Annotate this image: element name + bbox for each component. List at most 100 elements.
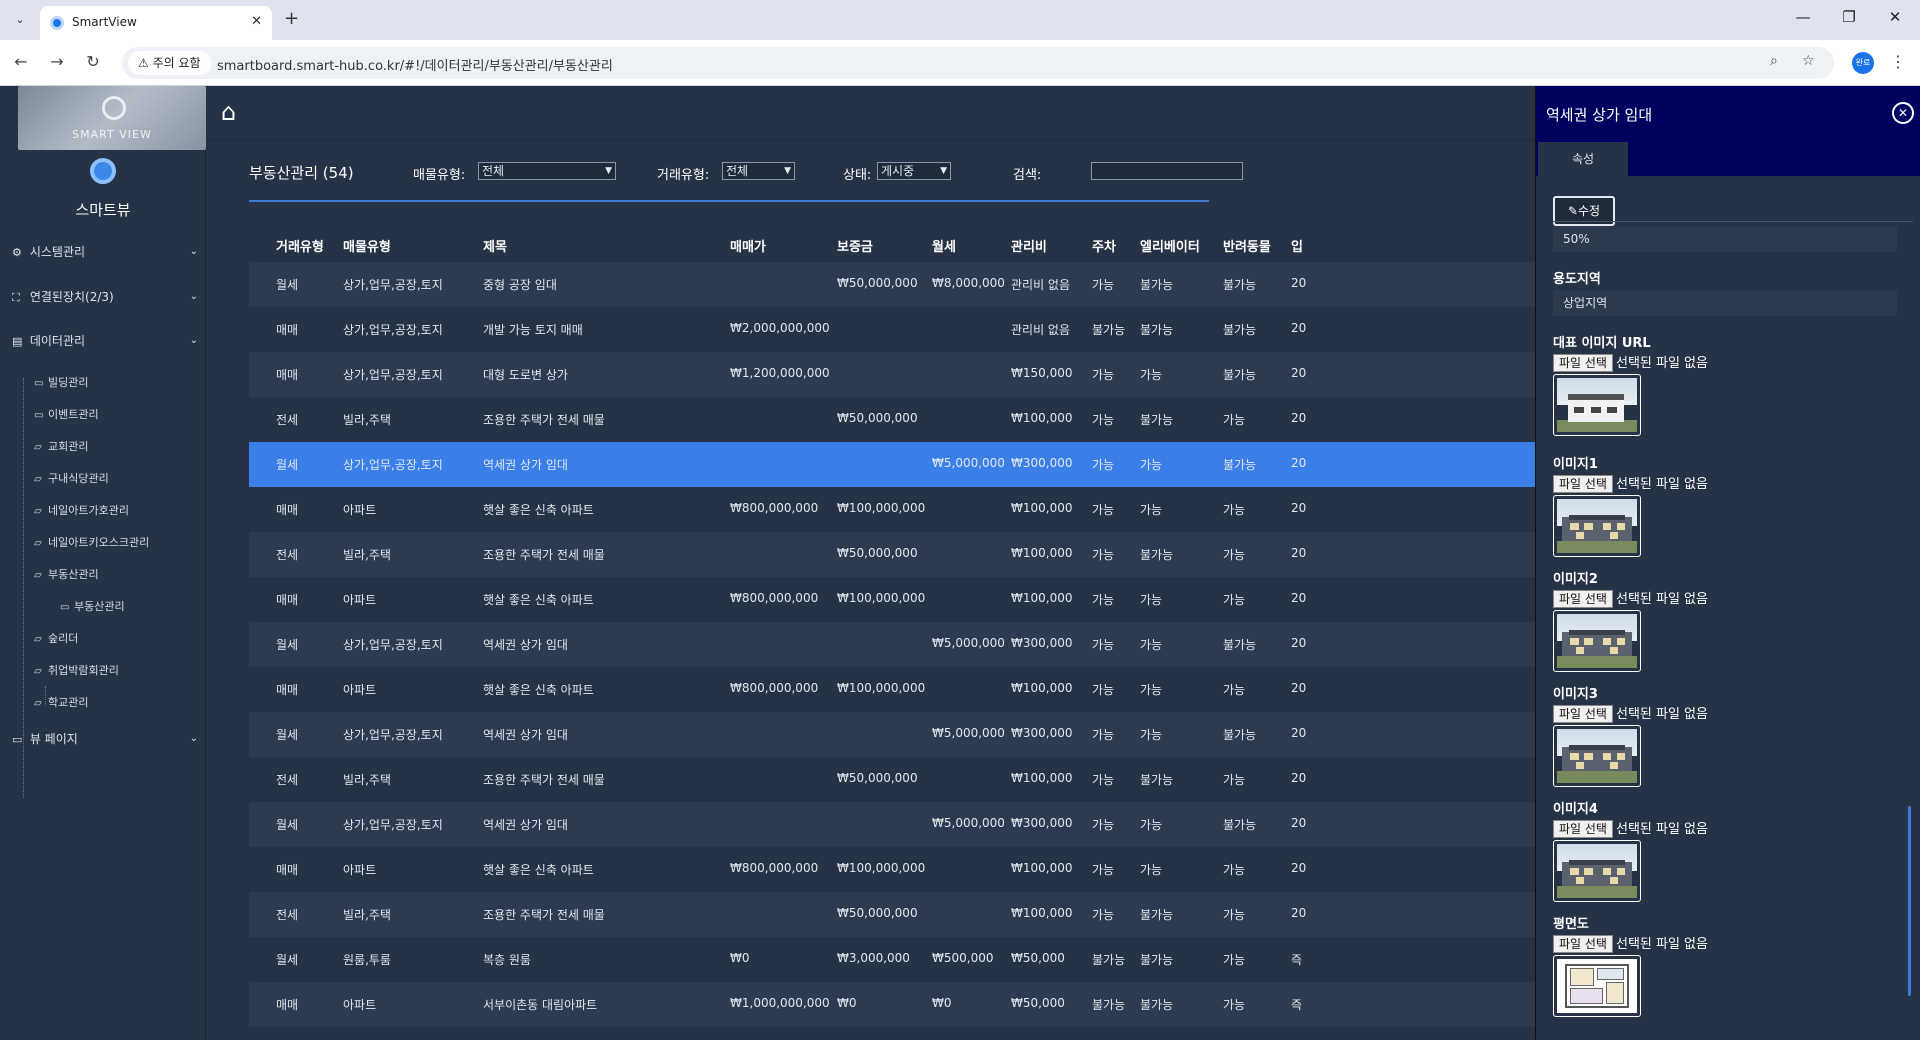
image-thumbnail[interactable] [1553,725,1641,787]
table-row[interactable]: 전세 빌라,주택 조용한 주택가 전세 매물 ₩50,000,000 ₩100,000 가… [249,532,1535,577]
sidebar-item-church[interactable]: ▱ 교회관리 [34,438,88,456]
column-header[interactable]: 월세 [932,236,956,255]
file-input[interactable]: 파일 선택 선택된 파일 없음 [1553,352,1708,372]
select-caret-icon: ▼ [940,166,947,176]
table-row[interactable]: 매매 아파트 햇살 좋은 신축 아파트 ₩800,000,000 ₩100,000,00… [249,847,1535,892]
sidebar-item-building[interactable]: ▭ 빌딩관리 [34,374,88,392]
table-row[interactable]: 매매 아파트 햇살 좋은 신축 아파트 ₩800,000,000 ₩100,000,00… [249,487,1535,532]
table-row[interactable]: 전세 빌라,주택 조용한 주택가 전세 매물 ₩50,000,000 ₩100,000 가… [249,397,1535,442]
url-text[interactable]: smartboard.smart-hub.co.kr/#!/데이터관리/부동산관… [217,55,613,74]
table-cell: 즉 [1291,953,1303,967]
table-row[interactable]: 월세 상가,업무,공장,토지 역세권 상가 임대 ₩5,000,000 ₩300,000… [249,442,1535,487]
restore-icon[interactable]: ❐ [1834,8,1864,26]
file-select-button[interactable]: 파일 선택 [1553,354,1613,372]
table-row[interactable]: 월세 상가,업무,공장,토지 중형 공장 임대 ₩50,000,000 ₩8,000,0… [249,262,1535,307]
sidebar-item-cafeteria[interactable]: ▱ 구내식당관리 [34,470,109,488]
column-header[interactable]: 보증금 [837,236,873,255]
forward-icon[interactable]: → [46,52,68,71]
table-row[interactable]: 매매 아파트 햇살 좋은 신축 아파트 ₩800,000,000 ₩100,000,00… [249,577,1535,622]
scrollbar[interactable] [1908,806,1911,996]
file-select-button[interactable]: 파일 선택 [1553,820,1613,838]
file-select-button[interactable]: 파일 선택 [1553,475,1613,493]
tab-search-icon[interactable]: ⌄ [10,10,30,30]
file-input[interactable]: 파일 선택 선택된 파일 없음 [1553,473,1708,493]
table-row[interactable]: 월세 상가,업무,공장,토지 역세권 상가 임대 ₩5,000,000 ₩300,000… [249,802,1535,847]
reload-icon[interactable]: ↻ [82,52,104,71]
security-chip[interactable]: ⚠ 주의 요함 [128,51,211,75]
percent-field[interactable]: 50% [1553,226,1897,252]
table-cell: ₩3,000,000 [837,951,910,965]
table-row[interactable]: 매매 아파트 서부이촌동 대림아파트 ₩1,000,000,000 ₩0 ₩0 ₩50,00… [249,982,1535,1027]
menu-data[interactable]: ▤ 데이터관리 ⌄ [12,330,198,352]
sidebar-item-forest[interactable]: ▱ 숲리더 [34,630,78,648]
file-input[interactable]: 파일 선택 선택된 파일 없음 [1553,588,1708,608]
file-select-button[interactable]: 파일 선택 [1553,705,1613,723]
sidebar-item-nail-kiosk[interactable]: ▱ 네일아트키오스크관리 [34,534,149,552]
column-header[interactable]: 엘리베이터 [1140,236,1200,255]
omnibox[interactable]: ⚠ 주의 요함 smartboard.smart-hub.co.kr/#!/데이… [122,47,1834,79]
sidebar-item-nail-shop[interactable]: ▱ 네일아트가호관리 [34,502,129,520]
image-thumbnail[interactable] [1553,955,1641,1017]
file-input[interactable]: 파일 선택 선택된 파일 없음 [1553,933,1708,953]
file-status-text: 선택된 파일 없음 [1615,937,1708,952]
file-input[interactable]: 파일 선택 선택된 파일 없음 [1553,703,1708,723]
browser-tab[interactable]: SmartView ✕ [40,6,272,40]
table-row[interactable]: 월세 상가,업무,공장,토지 역세권 상가 임대 ₩5,000,000 ₩300,000… [249,712,1535,757]
close-icon[interactable]: ✕ [1892,102,1914,124]
property-type-select[interactable]: 전체 ▼ [478,162,616,180]
image-thumbnail[interactable] [1553,495,1641,557]
table-cell: ₩100,000,000 [837,681,926,695]
column-header[interactable]: 매물유형 [343,236,391,255]
search-input[interactable] [1091,162,1243,180]
table-row[interactable]: 매매 아파트 햇살 좋은 신축 아파트 ₩800,000,000 ₩100,000,00… [249,667,1535,712]
sidebar-item-event[interactable]: ▭ 이벤트관리 [34,406,99,424]
browser-menu-icon[interactable]: ⋮ [1890,52,1906,71]
column-header[interactable]: 제목 [483,236,507,255]
table-row[interactable]: 전세 빌라,주택 조용한 주택가 전세 매물 ₩50,000,000 ₩100,000 가… [249,757,1535,802]
zoom-icon[interactable]: ⌕ [1770,53,1778,69]
new-tab-button[interactable]: + [284,8,299,29]
table-cell: ₩100,000 [1011,411,1073,425]
table-row[interactable]: 매매 상가,업무,공장,토지 대형 도로변 상가 ₩1,200,000,000 ₩150… [249,352,1535,397]
column-header[interactable]: 반려동물 [1223,236,1271,255]
zone-field[interactable]: 상업지역 [1553,290,1897,316]
home-icon[interactable]: ⌂ [221,98,236,126]
sidebar-item-school[interactable]: ▱ 학교관리 [34,694,88,712]
table-cell: 불가능 [1223,278,1257,292]
table-row[interactable]: 전세 빌라,주택 조용한 주택가 전세 매물 ₩50,000,000 ₩100,000 가… [249,892,1535,937]
profile-avatar[interactable]: 완료 [1852,52,1874,74]
file-select-button[interactable]: 파일 선택 [1553,590,1613,608]
sidebar-item-real-estate-folder[interactable]: ▱ 부동산관리 [34,566,99,584]
table-row[interactable]: 매매 상가,업무,공장,토지 개발 가능 토지 매매 ₩2,000,000,000 관리… [249,307,1535,352]
sidebar-item-job-fair[interactable]: ▱ 취업박람회관리 [34,662,119,680]
window-close-icon[interactable]: ✕ [1880,8,1910,26]
table-cell: 관리비 없음 [1011,323,1071,337]
tab-properties[interactable]: 속성 [1538,142,1628,176]
edit-label: 수정 [1577,204,1601,218]
column-header[interactable]: 입 [1291,236,1303,255]
table-row[interactable]: 월세 원룸,투룸 복층 원룸 ₩0 ₩3,000,000 ₩500,000 ₩50,000 불… [249,937,1535,982]
menu-connected-devices[interactable]: ⛶ 연결된장치(2/3) ⌄ [12,286,198,308]
panel-header: 역세권 상가 임대 ✕ 속성 [1536,86,1920,176]
back-icon[interactable]: ← [10,52,32,71]
image-thumbnail[interactable] [1553,374,1641,436]
column-header[interactable]: 관리비 [1011,236,1047,255]
status-select[interactable]: 게시중 ▼ [877,162,951,180]
file-input[interactable]: 파일 선택 선택된 파일 없음 [1553,818,1708,838]
select-value: 게시중 [881,164,915,178]
minimize-icon[interactable]: — [1788,8,1818,26]
menu-view-page[interactable]: ▭ 뷰 페이지 ⌄ [12,728,198,750]
bookmark-star-icon[interactable]: ☆ [1802,53,1815,69]
deal-type-select[interactable]: 전체 ▼ [722,162,795,180]
sidebar-item-real-estate[interactable]: ▭ 부동산관리 [60,598,125,616]
column-header[interactable]: 주차 [1092,236,1116,255]
image-thumbnail[interactable] [1553,840,1641,902]
column-header[interactable]: 거래유형 [276,236,324,255]
column-header[interactable]: 매매가 [730,236,766,255]
image-thumbnail[interactable] [1553,610,1641,672]
file-select-button[interactable]: 파일 선택 [1553,935,1613,953]
table-cell: ₩5,000,000 [932,816,1005,830]
table-row[interactable]: 월세 상가,업무,공장,토지 역세권 상가 임대 ₩5,000,000 ₩300,000… [249,622,1535,667]
tab-close-icon[interactable]: ✕ [251,14,262,29]
menu-system[interactable]: ⚙ 시스템관리 ⌄ [12,241,198,263]
